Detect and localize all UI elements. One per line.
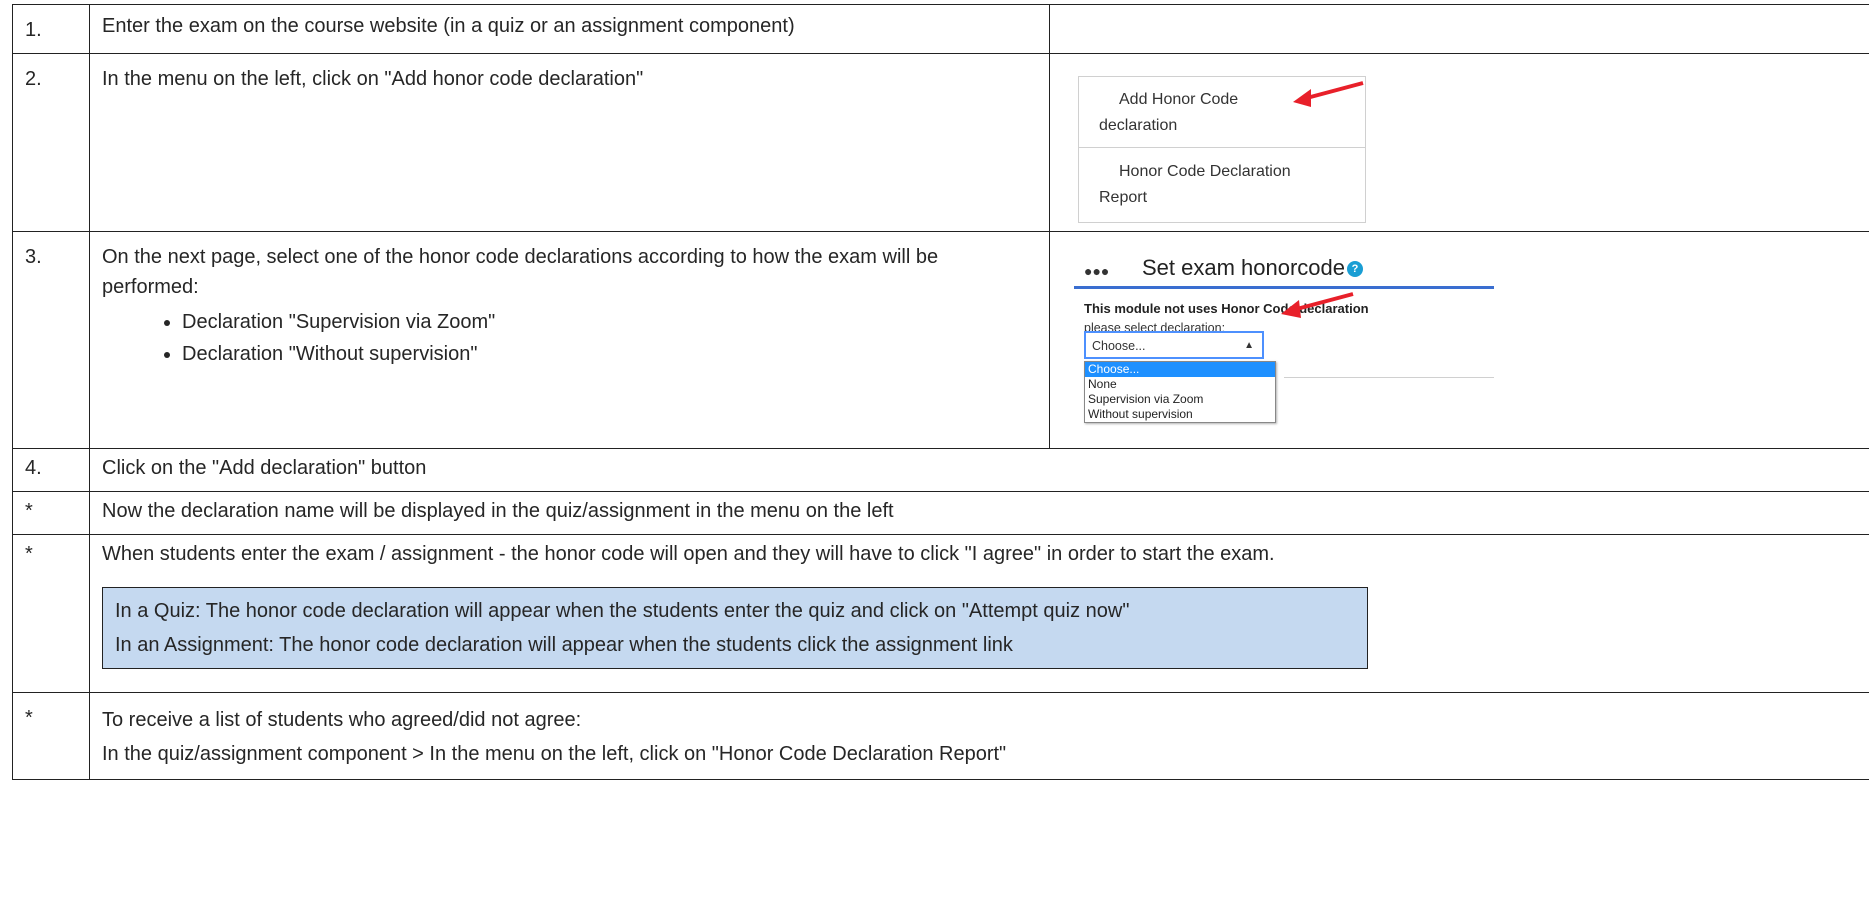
select-caret-icon: ▲ xyxy=(1244,340,1254,351)
step-image-cell: ●●● Set exam honorcode? This module not … xyxy=(1049,231,1869,449)
honorcode-screenshot: ●●● Set exam honorcode? This module not … xyxy=(1074,250,1494,440)
bullet-list: Declaration "Supervision via Zoom" Decla… xyxy=(102,306,1037,370)
step-text: In the quiz/assignment component > In th… xyxy=(102,743,1007,765)
red-arrow-icon xyxy=(1281,292,1354,318)
note-line: In an Assignment: The honor code declara… xyxy=(115,634,1013,656)
step-number: 3. xyxy=(12,231,90,449)
option: Supervision via Zoom xyxy=(1088,392,1204,406)
table-row: 3. On the next page, select one of the h… xyxy=(12,231,1869,449)
step-number: * xyxy=(12,692,90,780)
step-image-cell: Add Honor Code declaration Honor Code De… xyxy=(1049,53,1869,232)
instructions-table: 1. Enter the exam on the course website … xyxy=(12,4,1869,780)
step-number: 4. xyxy=(12,448,90,492)
step-number: 1. xyxy=(12,4,90,54)
title-text: Set exam honorcode xyxy=(1142,255,1346,280)
menu-screenshot: Add Honor Code declaration Honor Code De… xyxy=(1078,76,1366,223)
step-text: In the menu on the left, click on "Add h… xyxy=(89,53,1050,232)
table-row: * When students enter the exam / assignm… xyxy=(12,534,1869,693)
dots-icon: ●●● xyxy=(1084,263,1110,279)
step-text: To receive a list of students who agreed… xyxy=(102,709,582,731)
declaration-options: Choose... None Supervision via Zoom With… xyxy=(1084,361,1276,423)
table-row: 2. In the menu on the left, click on "Ad… xyxy=(12,53,1869,232)
step-text: Click on the "Add declaration" button xyxy=(89,448,1869,492)
step-text: On the next page, select one of the hono… xyxy=(102,246,939,298)
table-row: * Now the declaration name will be displ… xyxy=(12,491,1869,535)
note-box: In a Quiz: The honor code declaration wi… xyxy=(102,587,1368,669)
option: Without supervision xyxy=(1088,407,1193,421)
selected-value: Choose... xyxy=(1092,339,1146,353)
table-row: 4. Click on the "Add declaration" button xyxy=(12,448,1869,492)
menu-item-label: Honor Code Declaration xyxy=(1119,163,1291,180)
divider xyxy=(1284,377,1494,378)
table-row: 1. Enter the exam on the course website … xyxy=(12,4,1869,54)
step-text: Now the declaration name will be display… xyxy=(89,491,1869,535)
step-text-cell: When students enter the exam / assignmen… xyxy=(89,534,1869,693)
step-image-cell xyxy=(1049,4,1869,54)
step-text: Enter the exam on the course website (in… xyxy=(89,4,1050,54)
menu-item-label: Report xyxy=(1099,189,1148,206)
step-number: * xyxy=(12,534,90,693)
step-text: When students enter the exam / assignmen… xyxy=(102,543,1275,565)
list-item: Declaration "Without supervision" xyxy=(182,338,1037,370)
step-text-cell: To receive a list of students who agreed… xyxy=(89,692,1869,780)
divider xyxy=(1079,147,1365,148)
option: Choose... xyxy=(1085,362,1275,377)
honorcode-title: Set exam honorcode? xyxy=(1142,253,1364,283)
option: None xyxy=(1088,377,1117,391)
menu-item-declaration-report: Honor Code Declaration Report xyxy=(1079,159,1365,211)
help-icon: ? xyxy=(1347,261,1364,278)
honorcode-header: ●●● Set exam honorcode? xyxy=(1074,250,1494,289)
note-line: In a Quiz: The honor code declaration wi… xyxy=(115,600,1130,622)
step-number: 2. xyxy=(12,53,90,232)
menu-item-label: Add Honor Code xyxy=(1119,91,1239,108)
red-arrow-icon xyxy=(1293,81,1364,107)
step-number: * xyxy=(12,491,90,535)
list-item: Declaration "Supervision via Zoom" xyxy=(182,306,1037,338)
step-text-cell: On the next page, select one of the hono… xyxy=(89,231,1050,449)
table-row: * To receive a list of students who agre… xyxy=(12,692,1869,780)
declaration-select: Choose... ▲ xyxy=(1084,331,1264,359)
